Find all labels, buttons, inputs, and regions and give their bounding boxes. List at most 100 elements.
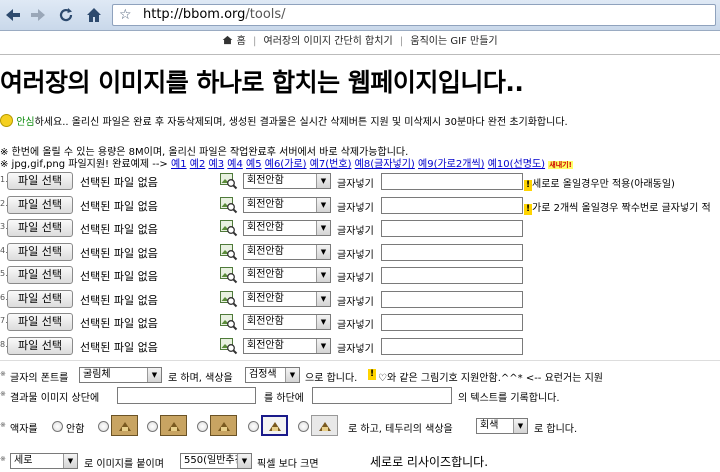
warning-icon: ! [524, 180, 532, 191]
file-status: 선택된 파일 없음 [80, 270, 158, 283]
frame-option-row: ※ 액자를 안함 로 하고, 테두리의 색상을 회색 ▼ 로 합니다. [0, 414, 720, 440]
rotate-select[interactable]: 회전안함 ▼ [243, 197, 331, 213]
file-select-button[interactable]: 파일 선택 [7, 243, 73, 261]
home-icon[interactable] [84, 5, 104, 25]
divider [0, 360, 720, 361]
caption-input[interactable] [381, 220, 523, 237]
example-link[interactable]: 예8(글자넣기) [355, 159, 415, 170]
formats-note: ※ jpg,gif,png 파일지원! 완료예제 --> [0, 159, 168, 170]
home-nav-icon [222, 35, 236, 47]
rotate-select[interactable]: 회전안함 ▼ [243, 220, 331, 236]
rotate-select[interactable]: 회전안함 ▼ [243, 173, 331, 189]
color-label: 로 하며, 색상을 [168, 373, 233, 384]
example-link[interactable]: 예7(번호) [310, 159, 352, 170]
row-note-text: 세로로 올일경우만 적용(아래동일) [532, 179, 675, 190]
caption-input[interactable] [381, 197, 523, 214]
caption-input[interactable] [381, 244, 523, 261]
row-note: ! 가로 2개씩 올일경우 짝수번로 글자넣기 적 [524, 199, 711, 215]
rotate-select-value: 회전안함 [247, 222, 284, 233]
caption-input[interactable] [381, 338, 523, 355]
divider [0, 54, 720, 55]
border-color-select[interactable]: 회색 ▼ [476, 418, 528, 434]
warning-icon: ! [524, 204, 532, 215]
rotate-select[interactable]: 회전안함 ▼ [243, 267, 331, 283]
caption-input[interactable] [381, 291, 523, 308]
example-link[interactable]: 예3 [209, 159, 225, 170]
example-link[interactable]: 예5 [246, 159, 262, 170]
greeting-line: 안심하세요.. 올리신 파일은 완료 후 자동삭제되며, 생성된 결과물은 실시… [0, 113, 568, 128]
file-select-button[interactable]: 파일 선택 [7, 266, 73, 284]
example-link[interactable]: 예4 [227, 159, 243, 170]
font-select[interactable]: 굴림체 ▼ [79, 367, 162, 383]
caption-input[interactable] [381, 314, 523, 331]
resize-label-end: 세로로 리사이즈합니다. [370, 455, 489, 469]
file-row: 8. 파일 선택 선택된 파일 없음 회전안함 ▼ 글자넣기 [0, 336, 720, 357]
color-select-value: 검정색 [249, 369, 277, 380]
frame-thumbnail-icon [261, 415, 288, 436]
reload-icon[interactable] [56, 5, 76, 25]
file-select-button[interactable]: 파일 선택 [7, 219, 73, 237]
color-select[interactable]: 검정색 ▼ [245, 367, 300, 383]
option-bullet-icon: ※ [0, 455, 6, 463]
file-select-button[interactable]: 파일 선택 [7, 337, 73, 355]
file-select-button[interactable]: 파일 선택 [7, 290, 73, 308]
example-link[interactable]: 예9(가로2개씩) [418, 159, 485, 170]
frame-radio[interactable] [298, 421, 309, 432]
top-caption-input[interactable] [117, 387, 256, 404]
file-select-button[interactable]: 파일 선택 [7, 313, 73, 331]
bookmark-star-icon[interactable]: ☆ [119, 7, 132, 23]
caption-label: 글자넣기 [337, 179, 374, 190]
frame-radio[interactable] [147, 421, 158, 432]
chevron-down-icon: ▼ [237, 454, 251, 468]
preview-zoom-icon[interactable] [220, 220, 238, 237]
bottom-caption-input[interactable] [312, 387, 452, 404]
rotate-select[interactable]: 회전안함 ▼ [243, 244, 331, 260]
caption-input[interactable] [381, 173, 523, 190]
file-select-button[interactable]: 파일 선택 [7, 172, 73, 190]
frame-none-label: 안함 [66, 424, 85, 435]
file-status: 선택된 파일 없음 [80, 247, 158, 260]
preview-zoom-icon[interactable] [220, 338, 238, 355]
rotate-select[interactable]: 회전안함 ▼ [243, 291, 331, 307]
frame-radio[interactable] [248, 421, 259, 432]
example-link[interactable]: 예6(가로) [265, 159, 307, 170]
option-bullet-icon: ※ [0, 370, 6, 378]
frame-radio[interactable] [197, 421, 208, 432]
top-caption-label: 결과물 이미지 상단에 [10, 393, 100, 404]
preview-zoom-icon[interactable] [220, 197, 238, 214]
resize-width-select[interactable]: 550(일반추천) ▼ [180, 453, 252, 469]
layout-select[interactable]: 세로 ▼ [10, 453, 78, 469]
preview-zoom-icon[interactable] [220, 267, 238, 284]
preview-zoom-icon[interactable] [220, 314, 238, 331]
example-link[interactable]: 예2 [190, 159, 206, 170]
rotate-select[interactable]: 회전안함 ▼ [243, 314, 331, 330]
chevron-down-icon: ▼ [147, 368, 161, 382]
nav-gif-link[interactable]: 움직이는 GIF 만들기 [410, 36, 497, 47]
back-icon[interactable] [3, 5, 23, 25]
frame-none-radio[interactable] [52, 421, 63, 432]
chevron-down-icon: ▼ [316, 339, 330, 353]
preview-zoom-icon[interactable] [220, 173, 238, 190]
address-bar[interactable]: ☆ http://bbom.org/tools/ [112, 4, 716, 26]
caption-label-end: 의 텍스트를 기록합니다. [458, 393, 560, 404]
forward-icon[interactable] [28, 5, 48, 25]
caption-input[interactable] [381, 267, 523, 284]
option-bullet-icon: ※ [0, 390, 6, 398]
caption-label: 글자넣기 [337, 344, 374, 355]
file-select-button[interactable]: 파일 선택 [7, 196, 73, 214]
file-status: 선택된 파일 없음 [80, 341, 158, 354]
border-color-value: 회색 [480, 420, 499, 431]
frame-radio[interactable] [98, 421, 109, 432]
chevron-down-icon: ▼ [513, 419, 527, 433]
example-link[interactable]: 예1 [171, 159, 187, 170]
nav-home-link[interactable]: 홈 [237, 36, 246, 47]
preview-zoom-icon[interactable] [220, 244, 238, 261]
resize-label: 로 이미지를 붙이며 [84, 459, 164, 470]
caption-label: 글자넣기 [337, 250, 374, 261]
example-link[interactable]: 예10(선명도) [488, 159, 545, 170]
nav-merge-link[interactable]: 여러장의 이미지 간단히 합치기 [264, 36, 393, 47]
site-top-nav: 홈 | 여러장의 이미지 간단히 합치기 | 움직이는 GIF 만들기 [0, 32, 720, 52]
symbol-tip: ♡와 같은 그림기호 지원안함.^^* <-- 요런거는 지원 [378, 373, 603, 384]
rotate-select[interactable]: 회전안함 ▼ [243, 338, 331, 354]
preview-zoom-icon[interactable] [220, 291, 238, 308]
